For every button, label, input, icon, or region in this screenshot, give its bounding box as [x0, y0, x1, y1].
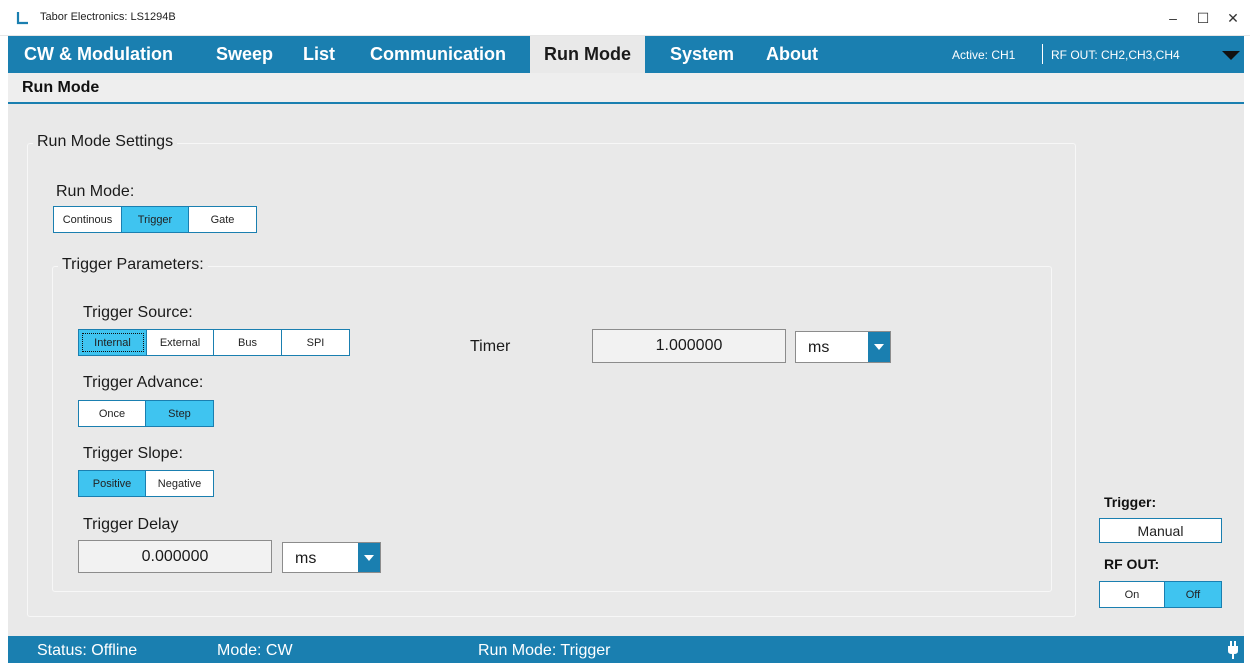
plug-icon[interactable]	[1226, 641, 1240, 659]
trigger-advance-selector: Once Step	[78, 400, 214, 427]
trigger-parameters-legend: Trigger Parameters:	[58, 256, 208, 274]
trigger-delay-label: Trigger Delay	[83, 516, 179, 533]
rf-out-side-label: RF OUT:	[1104, 556, 1160, 572]
trigger-slope-label: Trigger Slope:	[83, 445, 183, 462]
tab-communication[interactable]: Communication	[356, 36, 520, 73]
rf-out-on-option[interactable]: On	[1100, 582, 1165, 607]
trigger-source-bus-option[interactable]: Bus	[214, 330, 282, 355]
rf-out-channels-label: RF OUT: CH2,CH3,CH4	[1051, 48, 1180, 62]
run-mode-continous-option[interactable]: Continous	[54, 207, 122, 232]
dropdown-arrow-icon[interactable]	[868, 332, 890, 362]
nav-divider	[1042, 44, 1043, 64]
timer-label: Timer	[470, 338, 511, 355]
tab-sweep[interactable]: Sweep	[202, 36, 287, 73]
mode-status: Mode: CW	[217, 642, 293, 659]
page-header: Run Mode	[8, 73, 1244, 104]
connection-status: Status: Offline	[37, 642, 138, 659]
triangle-down-icon[interactable]	[1222, 51, 1240, 60]
trigger-source-internal-option[interactable]: Internal	[79, 330, 147, 355]
manual-trigger-button[interactable]: Manual	[1099, 518, 1222, 543]
trigger-slope-selector: Positive Negative	[78, 470, 214, 497]
run-mode-settings-legend: Run Mode Settings	[33, 133, 178, 151]
window-title: Tabor Electronics: LS1294B	[40, 11, 176, 23]
timer-unit-value: ms	[808, 339, 830, 356]
trigger-source-label: Trigger Source:	[83, 304, 193, 321]
trigger-slope-negative-option[interactable]: Negative	[146, 471, 213, 496]
run-mode-trigger-option[interactable]: Trigger	[122, 207, 189, 232]
trigger-source-external-option[interactable]: External	[147, 330, 214, 355]
run-mode-label: Run Mode:	[56, 183, 135, 200]
trigger-delay-unit-select[interactable]: ms	[282, 542, 381, 573]
tabor-logo-icon	[16, 12, 28, 25]
tab-list[interactable]: List	[289, 36, 349, 73]
timer-unit-select[interactable]: ms	[795, 331, 891, 363]
dropdown-arrow-icon[interactable]	[358, 543, 380, 572]
run-mode-gate-option[interactable]: Gate	[189, 207, 256, 232]
run-mode-selector: Continous Trigger Gate	[53, 206, 257, 233]
rf-out-off-option[interactable]: Off	[1164, 582, 1221, 607]
tab-about[interactable]: About	[752, 36, 832, 73]
trigger-advance-step-option[interactable]: Step	[146, 401, 213, 426]
run-mode-status: Run Mode: Trigger	[478, 642, 611, 659]
rf-out-toggle: On Off	[1099, 581, 1222, 608]
page-title: Run Mode	[22, 79, 100, 96]
trigger-side-label: Trigger:	[1104, 494, 1157, 510]
trigger-delay-unit-value: ms	[295, 550, 317, 567]
tab-system[interactable]: System	[656, 36, 748, 73]
trigger-advance-once-option[interactable]: Once	[79, 401, 146, 426]
main-panel: Run Mode Settings Run Mode: Continous Tr…	[8, 104, 1244, 636]
trigger-source-selector: Internal External Bus SPI	[78, 329, 350, 356]
close-button[interactable]: ✕	[1210, 0, 1250, 36]
trigger-delay-value-field[interactable]: 0.000000	[78, 540, 272, 573]
trigger-slope-positive-option[interactable]: Positive	[79, 471, 146, 496]
window-titlebar: Tabor Electronics: LS1294B – ☐ ✕	[0, 0, 1250, 36]
main-nav: CW & Modulation Sweep List Communication…	[8, 36, 1244, 73]
trigger-advance-label: Trigger Advance:	[83, 374, 204, 391]
tab-run-mode[interactable]: Run Mode	[530, 36, 645, 73]
active-channel-label: Active: CH1	[952, 48, 1016, 62]
tab-cw-modulation[interactable]: CW & Modulation	[10, 36, 187, 73]
trigger-source-spi-option[interactable]: SPI	[282, 330, 349, 355]
status-bar: Status: Offline Mode: CW Run Mode: Trigg…	[8, 636, 1244, 663]
timer-value-field[interactable]: 1.000000	[592, 329, 786, 363]
